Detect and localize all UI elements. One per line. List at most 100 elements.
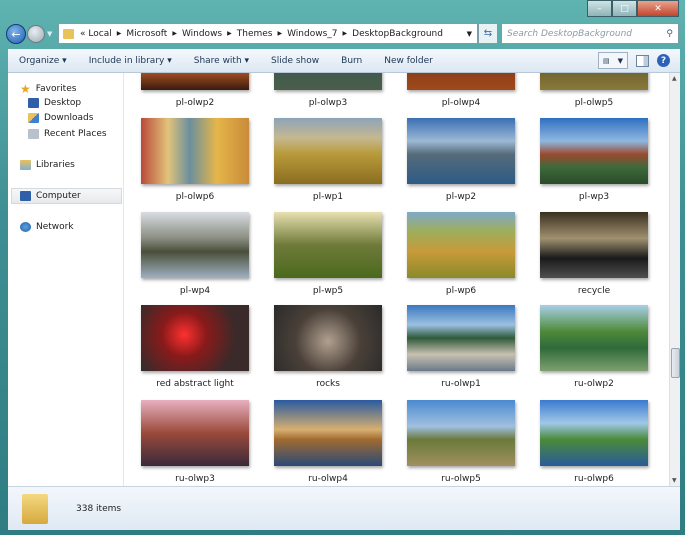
computer-icon (20, 191, 31, 201)
file-item[interactable]: pl-olwp3 (274, 73, 382, 108)
vertical-scrollbar[interactable]: ▲ ▼ (669, 73, 680, 486)
change-view-button[interactable]: ▤ ▼ (598, 52, 628, 69)
share-with-button[interactable]: Share with ▾ (194, 56, 249, 66)
file-item[interactable]: pl-olwp2 (141, 73, 249, 108)
slide-show-button[interactable]: Slide show (271, 56, 319, 66)
forward-button[interactable] (27, 25, 45, 43)
chevron-right-icon[interactable]: ▶ (117, 30, 122, 37)
chevron-right-icon[interactable]: ▶ (172, 30, 177, 37)
thumbnail-image (540, 212, 648, 278)
file-item[interactable]: pl-wp2 (407, 118, 515, 202)
search-input[interactable]: Search DesktopBackground ⚲ (501, 23, 679, 44)
chevron-down-icon[interactable]: ▼ (618, 57, 623, 65)
close-button[interactable]: ✕ (637, 0, 679, 17)
thumbnail-image (540, 305, 648, 371)
file-item[interactable]: red abstract light (141, 305, 249, 389)
search-icon[interactable]: ⚲ (666, 29, 673, 39)
sidebar-item-network[interactable]: Network (20, 222, 74, 232)
recent-pages-dropdown[interactable]: ▼ (47, 30, 52, 38)
preview-pane-button[interactable] (636, 54, 649, 67)
file-item[interactable]: ru-olwp4 (274, 400, 382, 484)
sidebar-label: Desktop (44, 98, 82, 108)
address-dropdown-icon[interactable]: ▼ (467, 30, 472, 38)
thumbnail-image (274, 212, 382, 278)
file-name: pl-wp4 (179, 286, 211, 296)
file-item[interactable]: pl-wp6 (407, 212, 515, 296)
scroll-up-icon[interactable]: ▲ (672, 75, 677, 82)
file-item[interactable]: ru-olwp5 (407, 400, 515, 484)
thumbnail-image (141, 118, 249, 184)
file-item[interactable]: recycle (540, 212, 648, 296)
file-item[interactable]: pl-olwp4 (407, 73, 515, 108)
file-name: ru-olwp4 (308, 474, 348, 484)
thumbnail-image (274, 73, 382, 90)
sidebar-item-recent-places[interactable]: Recent Places (28, 129, 107, 139)
file-name: ru-olwp1 (441, 379, 481, 389)
file-item[interactable]: ru-olwp6 (540, 400, 648, 484)
file-item[interactable]: rocks (274, 305, 382, 389)
sidebar-label: Network (36, 222, 74, 232)
explorer-window: – □ ✕ ← ▼ « Local ▶ Microsoft ▶ Windows ▶ T… (0, 0, 685, 535)
include-in-library-button[interactable]: Include in library ▾ (89, 56, 172, 66)
breadcrumb-themes[interactable]: Themes (237, 29, 273, 39)
file-name: pl-olwp6 (175, 192, 215, 202)
file-name: pl-olwp4 (441, 98, 481, 108)
file-item[interactable]: pl-wp5 (274, 212, 382, 296)
file-item[interactable]: ru-olwp1 (407, 305, 515, 389)
chevron-right-icon[interactable]: ▶ (227, 30, 232, 37)
back-button[interactable]: ← (6, 24, 26, 44)
file-item[interactable]: pl-wp3 (540, 118, 648, 202)
file-name: pl-wp1 (312, 192, 344, 202)
scrollbar-thumb[interactable] (671, 348, 680, 378)
navigation-pane: ★ Favorites Desktop Downloads Recent Plac… (8, 73, 124, 486)
file-name: pl-wp5 (312, 286, 344, 296)
sidebar-item-downloads[interactable]: Downloads (28, 113, 93, 123)
item-count: 338 items (76, 503, 122, 514)
breadcrumb-windows7[interactable]: Windows_7 (287, 29, 337, 39)
file-name: ru-olwp5 (441, 474, 481, 484)
thumbnail-image (540, 400, 648, 466)
sidebar-label: Computer (36, 191, 81, 201)
new-folder-button[interactable]: New folder (384, 56, 433, 66)
chevron-right-icon[interactable]: ▶ (343, 30, 348, 37)
thumbnail-image (540, 73, 648, 90)
file-name: pl-wp2 (445, 192, 477, 202)
arrow-left-icon: ← (11, 27, 21, 41)
sidebar-item-computer[interactable]: Computer (11, 188, 122, 204)
thumbnail-image (274, 118, 382, 184)
folder-icon (22, 493, 48, 524)
file-item[interactable]: pl-wp4 (141, 212, 249, 296)
file-item[interactable]: ru-olwp3 (141, 400, 249, 484)
breadcrumb-overflow[interactable]: « (80, 29, 86, 39)
thumbnail-image (407, 305, 515, 371)
sidebar-label: Downloads (44, 113, 94, 123)
breadcrumb-desktopbackground[interactable]: DesktopBackground (352, 29, 443, 39)
scroll-down-icon[interactable]: ▼ (672, 477, 677, 484)
sidebar-item-favorites[interactable]: ★ Favorites (20, 82, 76, 96)
file-item[interactable]: pl-olwp5 (540, 73, 648, 108)
maximize-button[interactable]: □ (612, 0, 637, 17)
refresh-button[interactable]: ⇆ (478, 23, 498, 44)
file-grid: pl-olwp2 pl-olwp3 pl-olwp4 pl-olwp5 pl-olwp6… (124, 73, 669, 486)
file-item[interactable]: pl-olwp6 (141, 118, 249, 202)
chevron-right-icon[interactable]: ▶ (277, 30, 282, 37)
file-name: ru-olwp3 (175, 474, 215, 484)
organize-button[interactable]: Organize ▾ (19, 56, 67, 66)
file-item[interactable]: pl-wp1 (274, 118, 382, 202)
sidebar-item-libraries[interactable]: Libraries (20, 160, 75, 170)
help-button[interactable]: ? (657, 54, 670, 67)
burn-button[interactable]: Burn (341, 56, 362, 66)
address-bar[interactable]: « Local ▶ Microsoft ▶ Windows ▶ Themes ▶ Win… (58, 23, 478, 44)
minimize-button[interactable]: – (587, 0, 612, 17)
view-icon: ▤ (602, 56, 610, 65)
breadcrumb-microsoft[interactable]: Microsoft (126, 29, 167, 39)
folder-icon (63, 28, 74, 39)
file-item[interactable]: ru-olwp2 (540, 305, 648, 389)
breadcrumb-windows[interactable]: Windows (182, 29, 222, 39)
thumbnail-image (407, 118, 515, 184)
thumbnail-image (141, 400, 249, 466)
window-controls: – □ ✕ (587, 0, 679, 17)
breadcrumb-local[interactable]: Local (88, 29, 111, 39)
navigation-buttons: ← ▼ (6, 24, 52, 44)
sidebar-item-desktop[interactable]: Desktop (28, 98, 81, 108)
